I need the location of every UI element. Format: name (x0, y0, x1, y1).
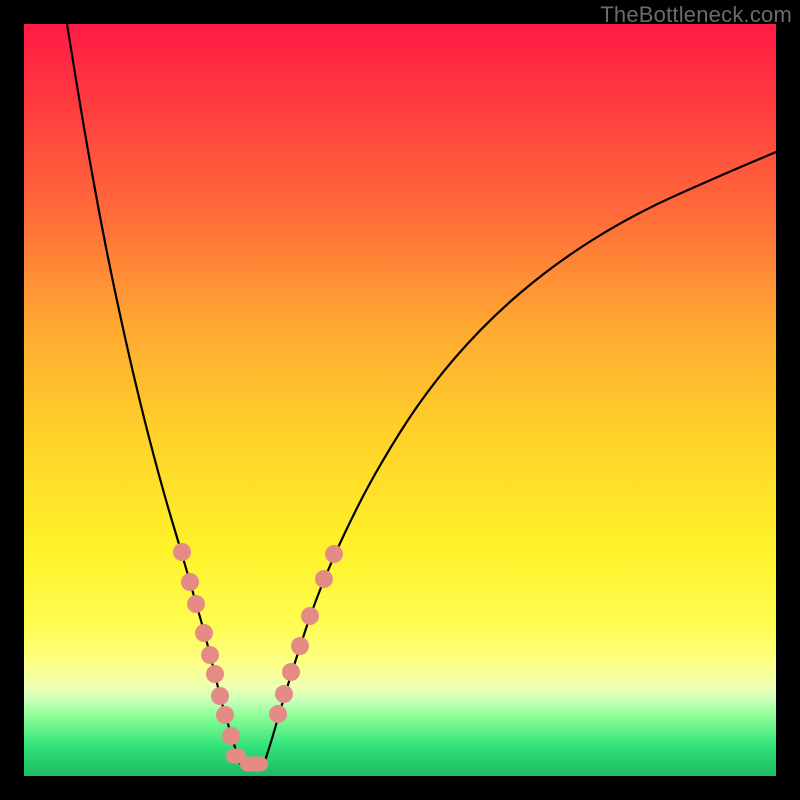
chart-svg (24, 24, 776, 776)
watermark-text: TheBottleneck.com (600, 2, 792, 28)
data-point-bottom (240, 757, 268, 772)
data-point (291, 637, 309, 655)
data-point (181, 573, 199, 591)
curve-right (264, 152, 776, 764)
data-point (195, 624, 213, 642)
data-point (275, 685, 293, 703)
data-point (282, 663, 300, 681)
data-point (211, 687, 229, 705)
data-point (201, 646, 219, 664)
data-point (187, 595, 205, 613)
data-point (173, 543, 191, 561)
data-point (325, 545, 343, 563)
data-point (269, 705, 287, 723)
data-point (315, 570, 333, 588)
chart-canvas (24, 24, 776, 776)
data-point (301, 607, 319, 625)
data-markers (173, 543, 343, 772)
data-point (216, 706, 234, 724)
data-point (206, 665, 224, 683)
data-point (222, 727, 240, 745)
